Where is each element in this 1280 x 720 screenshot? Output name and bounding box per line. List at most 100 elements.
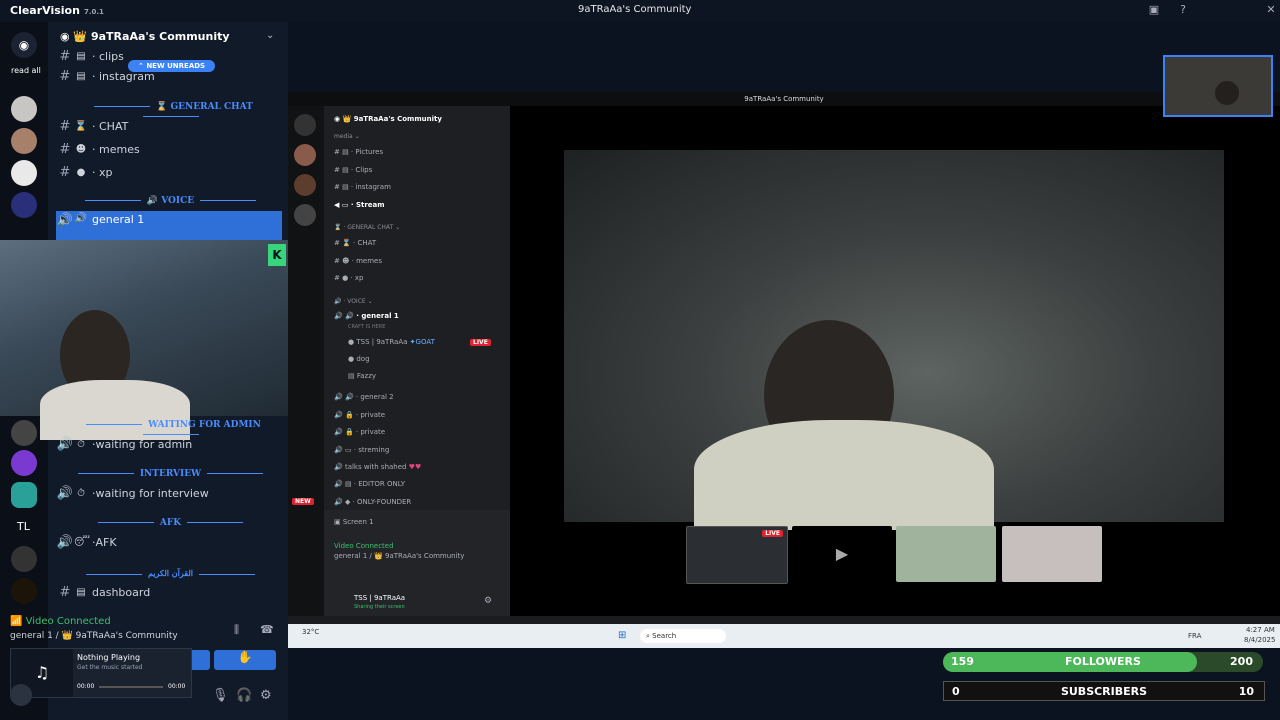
inner-server-icon[interactable] [294,174,316,196]
server-icon[interactable] [11,482,37,508]
weather-widget[interactable]: 32°C [302,628,319,636]
inner-voice-private[interactable]: 🔊 🔒 · private [334,411,385,419]
inner-server-icon[interactable] [294,114,316,136]
inner-channel-memes[interactable]: # ☻ · memes [334,257,382,265]
kick-logo-icon: K [268,244,286,266]
chevron-down-icon[interactable]: ⌄ [266,30,274,41]
server-icon[interactable] [11,546,37,572]
inner-server-icon[interactable] [294,204,316,226]
disconnect-icon[interactable]: ☎ [260,623,274,636]
server-icon[interactable] [11,450,37,476]
inner-category-general-chat[interactable]: ⌛ · GENERAL CHAT ⌄ [334,224,400,231]
subscribers-label: SUBSCRIBERS [1060,685,1148,698]
inner-server-name[interactable]: ◉ 👑 9aTRaAa's Community [334,115,442,123]
camera-button[interactable] [190,650,210,670]
server-icon[interactable] [11,578,37,604]
webcam-overlay [0,240,290,440]
channel-xp[interactable]: # ● · xp [56,162,282,182]
inner-video-location[interactable]: general 1 / 👑 9aTRaAa's Community [334,552,464,560]
inner-channel-clips[interactable]: # ▤ · Clips [334,166,372,174]
inner-voice-status: CRAFT IS HERE [348,324,386,330]
user-avatar[interactable] [10,684,32,706]
subscribers-goal: 10 [1238,685,1254,698]
inner-voice-general-2[interactable]: 🔊 🔊 · general 2 [334,393,394,401]
video-connected-status[interactable]: 📶 Video Connected [10,616,111,627]
music-title: Nothing Playing [77,653,141,662]
server-icon[interactable] [11,128,37,154]
inner-member[interactable]: ● dog [348,355,370,363]
read-all-button[interactable]: read all [11,66,41,75]
inner-voice-general-1[interactable]: 🔊 🔊 · general 1 [334,312,399,320]
taskbar-date[interactable]: 8/4/2025 [1244,636,1275,644]
inner-user-status: Sharing their screen [354,604,405,610]
category-afk[interactable]: AFK [58,518,283,528]
voice-channel-waiting-interview[interactable]: 🔊 ⏱ · waiting for interview [56,483,282,503]
stream-video[interactable] [564,150,1224,530]
inner-category-media[interactable]: media ⌄ [334,133,360,140]
start-button-icon[interactable]: ⊞ [618,630,626,641]
activity-button[interactable]: ✋ [214,650,276,670]
thumbnail-live-badge: LIVE [762,530,783,537]
category-interview[interactable]: INTERVIEW [58,469,283,479]
headphones-icon[interactable]: 🎧 [236,688,252,703]
server-icon[interactable] [11,96,37,122]
channel-memes[interactable]: # ☻ · memes [56,139,282,159]
window-title: 9aTRaAa's Community [578,4,692,15]
close-icon[interactable]: ✕ [1264,3,1278,17]
inner-settings-gear-icon[interactable]: ⚙ [484,596,492,606]
inner-server-icon[interactable] [294,144,316,166]
inner-member[interactable]: ● TSS | 9aTRaAa ✦GOAT [348,338,435,346]
microphone-icon[interactable]: 🎙 [212,688,229,703]
inner-member[interactable]: ▤ Fazzy [348,372,376,380]
inner-screen-share-label[interactable]: ▣ Screen 1 [334,518,374,526]
language-indicator[interactable]: FRA [1188,632,1201,640]
inner-category-voice[interactable]: 🔊 · VOICE ⌄ [334,298,373,305]
inner-username[interactable]: TSS | 9aTRaAa [354,594,405,602]
inner-video-connected[interactable]: Video Connected [334,542,394,550]
discord-home-icon[interactable]: ◉ [11,32,37,58]
music-progress-bar[interactable] [99,686,163,688]
voice-channel-afk[interactable]: 🔊 😴 · AFK [56,532,282,552]
inner-channel-stream[interactable]: ◀ ▭ · Stream [334,201,385,209]
participant-tile[interactable] [896,526,996,582]
inner-user-panel: ▣ Screen 1 Video Connected general 1 / 👑… [324,510,510,616]
music-subtitle: Get the music started [77,664,143,671]
voice-waveform-icon[interactable]: ⫼ [234,623,239,637]
category-voice[interactable]: 🔊 VOICE [58,196,283,206]
settings-gear-icon[interactable]: ⚙ [260,688,272,703]
participant-tile[interactable] [1002,526,1102,582]
pip-webcam [1163,55,1273,117]
channel-dashboard[interactable]: # ▤ dashboard [56,582,282,602]
server-icon[interactable] [11,192,37,218]
camera-off-icon[interactable]: ▶ [792,526,892,582]
taskbar-clock[interactable]: 4:27 AM [1246,626,1275,634]
inner-guild-rail: NEW [288,106,324,616]
voice-channel-waiting-admin[interactable]: 🔊 ⏱ · waiting for admin [56,434,282,454]
inner-channel-xp[interactable]: # ● · xp [334,274,363,282]
inner-voice-only-founder[interactable]: 🔊 ◆ · ONLY-FOUNDER [334,498,411,506]
video-connected-location[interactable]: general 1 / 👑 9aTRaAa's Community [10,631,178,641]
music-widget[interactable]: ♫ Nothing Playing Get the music started … [10,648,192,698]
inner-voice-private[interactable]: 🔊 🔒 · private [334,428,385,436]
inner-voice-streming[interactable]: 🔊 ▭ · streming [334,446,389,454]
inner-channel-instagram[interactable]: # ▤ · instagram [334,183,391,191]
inner-voice-editor-only[interactable]: 🔊 ▤ · EDITOR ONLY [334,480,405,488]
voice-channel-general-1[interactable]: 🔊 🔊 general 1 [56,211,282,241]
channel-chat[interactable]: # ⌛ · CHAT [56,116,282,136]
shared-screen-window: 9aTRaAa's Community NEW ◉ 👑 9aTRaAa's Co… [288,92,1280,648]
inner-voice-talks[interactable]: 🔊 talks with shahed ♥♥ [334,463,421,471]
server-tl[interactable]: TL [17,520,30,533]
subscribers-goal-bar: 0 SUBSCRIBERS 10 [943,681,1265,701]
server-name[interactable]: ◉ 👑 9aTRaAa's Community [60,30,230,43]
stream-thumbnail[interactable]: LIVE [686,526,788,584]
inner-channel-pictures[interactable]: # ▤ · Pictures [334,148,383,156]
help-icon[interactable]: ? [1176,3,1190,17]
server-icon[interactable] [11,160,37,186]
music-time-start: 00:00 [77,683,95,690]
inbox-icon[interactable]: ▣ [1147,3,1161,17]
taskbar-search[interactable]: ⌕ Search [640,629,726,643]
server-icon[interactable] [11,420,37,446]
new-unreads-button[interactable]: ⌃ NEW UNREADS [128,60,216,72]
category-quran[interactable]: القرآن الكريم [58,568,283,578]
inner-channel-chat[interactable]: # ⌛ · CHAT [334,239,376,247]
